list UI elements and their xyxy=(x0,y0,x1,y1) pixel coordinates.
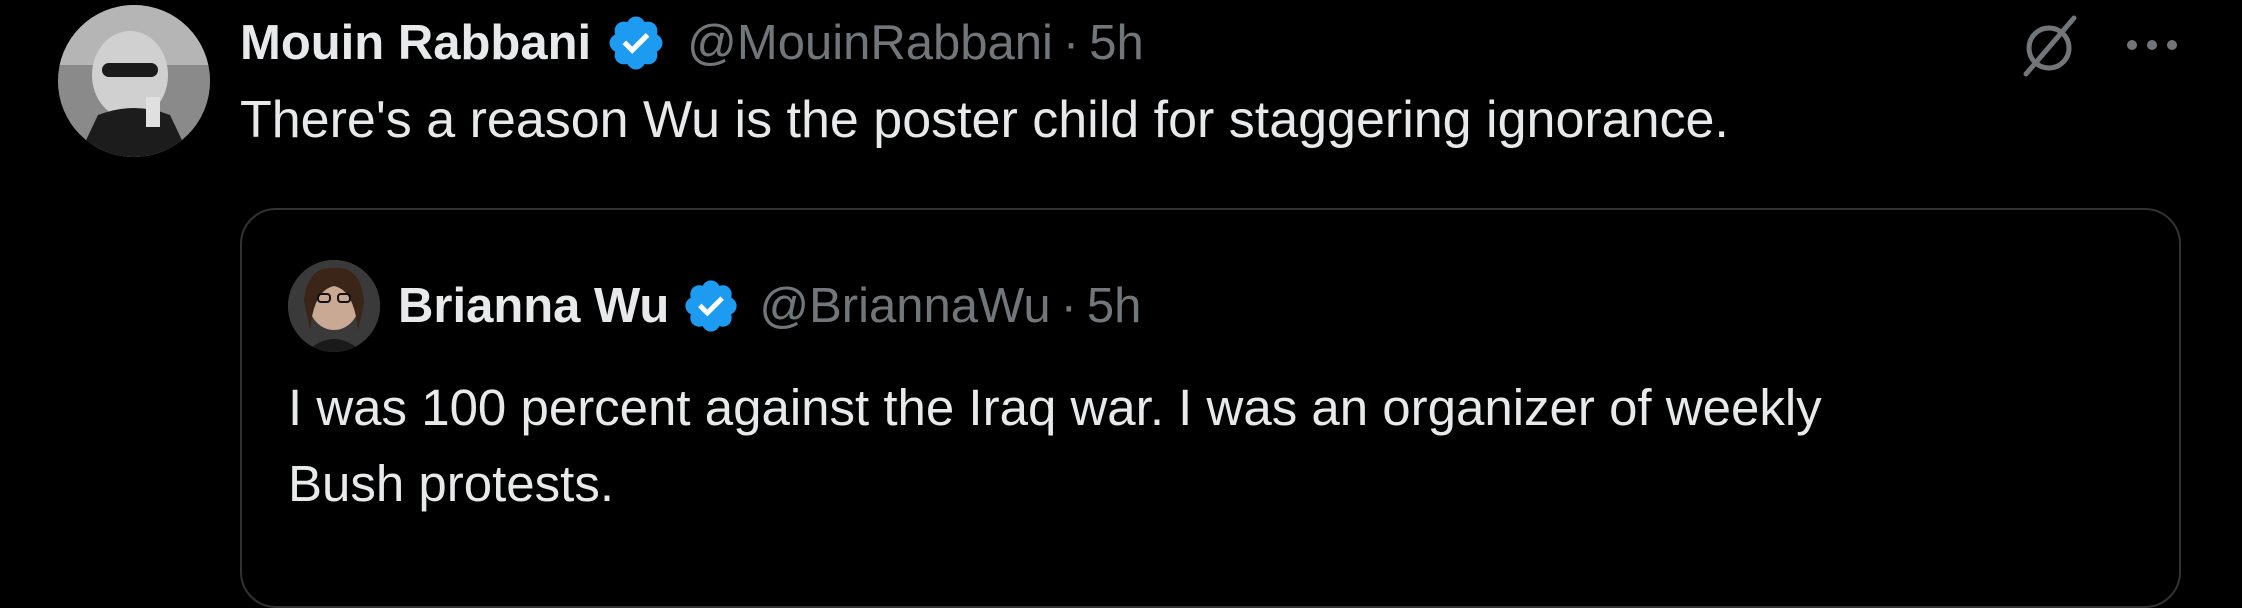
quoted-tweet-text: I was 100 percent against the Iraq war. … xyxy=(288,370,2108,522)
tweet-text: There's a reason Wu is the poster child … xyxy=(240,91,1729,149)
quoted-timestamp[interactable]: 5h xyxy=(1087,278,1142,334)
quoted-tweet-card[interactable]: Brianna Wu @BriannaWu · 5h I was 100 per… xyxy=(240,208,2181,608)
quoted-avatar-photo xyxy=(288,260,380,352)
author-handle[interactable]: @MouinRabbani xyxy=(687,15,1053,71)
avatar-photo xyxy=(58,5,210,157)
quoted-avatar[interactable] xyxy=(288,260,380,352)
tweet[interactable]: Mouin Rabbani @MouinRabbani · 5h There's xyxy=(0,0,2242,608)
tweet-actions xyxy=(2016,12,2182,83)
quoted-author-handle[interactable]: @BriannaWu xyxy=(759,278,1050,334)
verified-badge-icon xyxy=(681,276,741,336)
avatar[interactable] xyxy=(58,5,210,157)
separator-dot: · xyxy=(1060,279,1077,333)
author-name[interactable]: Mouin Rabbani xyxy=(240,15,591,71)
more-horizontal-icon[interactable] xyxy=(2122,35,2182,60)
grok-slash-icon[interactable] xyxy=(2016,12,2082,83)
quoted-text-line: I was 100 percent against the Iraq war. … xyxy=(288,379,1822,436)
quoted-author-name[interactable]: Brianna Wu xyxy=(398,278,669,334)
quoted-text-line: Bush protests. xyxy=(288,455,614,512)
separator-dot: · xyxy=(1062,16,1080,70)
timestamp[interactable]: 5h xyxy=(1089,15,1144,71)
quoted-tweet-header: Brianna Wu @BriannaWu · 5h xyxy=(288,258,1141,354)
tweet-header: Mouin Rabbani @MouinRabbani · 5h xyxy=(240,8,1144,78)
verified-badge-icon xyxy=(605,12,667,74)
